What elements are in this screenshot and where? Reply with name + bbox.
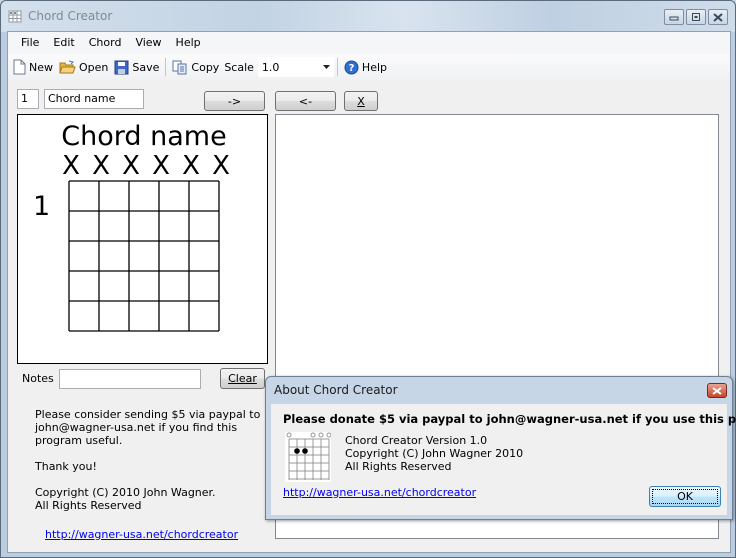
chevron-down-icon <box>322 65 330 69</box>
about-donate-headline: Please donate $5 via paypal to john@wagn… <box>283 412 736 426</box>
scale-value: 1.0 <box>261 60 280 74</box>
svg-text:?: ? <box>349 63 355 74</box>
menu-file[interactable]: File <box>14 32 46 54</box>
notes-input[interactable] <box>59 369 201 389</box>
help-icon: ? <box>344 60 359 74</box>
close-icon <box>712 386 722 395</box>
about-close-button[interactable] <box>707 383 727 398</box>
menu-bar: File Edit Chord View Help <box>8 32 730 54</box>
string-marks: X X X X X X <box>56 151 236 181</box>
title-bar[interactable]: Chord Creator <box>1 1 735 32</box>
toolbar-separator <box>336 58 338 76</box>
donate-message: Please consider sending $5 via paypal to… <box>35 408 261 447</box>
close-icon <box>713 12 723 22</box>
app-grid-icon <box>8 10 22 23</box>
maximize-button[interactable] <box>686 9 706 25</box>
about-dialog-body: Please donate $5 via paypal to john@wagn… <box>271 404 736 515</box>
scale-select[interactable]: 1.0 <box>257 57 334 77</box>
scale-label: Scale <box>224 60 254 74</box>
about-version: Chord Creator Version 1.0 <box>345 434 488 447</box>
menu-chord[interactable]: Chord <box>82 32 129 54</box>
window-title: Chord Creator <box>28 9 113 23</box>
string-mark[interactable]: X <box>146 151 176 181</box>
close-button[interactable] <box>708 9 728 25</box>
menu-help[interactable]: Help <box>169 32 208 54</box>
info-text: Please consider sending $5 via paypal to… <box>35 408 265 512</box>
delete-chord-button[interactable]: X <box>344 91 378 111</box>
save-disk-icon <box>114 60 129 74</box>
help-button[interactable]: ? Help <box>341 56 390 78</box>
diagram-chord-title: Chord name <box>61 121 227 152</box>
chord-logo-icon <box>285 432 331 482</box>
about-website-link[interactable]: http://wagner-usa.net/chordcreator <box>283 486 476 499</box>
string-mark[interactable]: X <box>86 151 116 181</box>
menu-view[interactable]: View <box>128 32 168 54</box>
about-dialog-title: About Chord Creator <box>274 383 398 397</box>
forward-button[interactable]: -> <box>204 91 265 111</box>
new-document-icon <box>13 59 26 75</box>
website-link[interactable]: http://wagner-usa.net/chordcreator <box>45 528 238 541</box>
ok-button[interactable]: OK <box>649 486 721 507</box>
thanks-message: Thank you! <box>35 460 97 473</box>
toolbar: New Open Save Copy Scale 1.0 ? Help <box>8 54 730 80</box>
toolbar-separator <box>165 58 167 76</box>
copy-button[interactable]: Copy <box>169 56 222 78</box>
focus-rect <box>652 489 718 504</box>
fretboard-grid[interactable] <box>68 180 220 332</box>
minimize-button[interactable] <box>664 9 684 25</box>
string-mark[interactable]: X <box>56 151 86 181</box>
about-dialog: About Chord Creator Please donate $5 via… <box>265 376 736 520</box>
copyright-line-1: Copyright (C) 2010 John Wagner. <box>35 486 216 499</box>
save-button[interactable]: Save <box>111 56 162 78</box>
copyright-line-2: All Rights Reserved <box>35 499 142 512</box>
about-rights: All Rights Reserved <box>345 460 452 473</box>
chord-name-input[interactable]: Chord name <box>44 89 144 109</box>
copy-icon <box>172 60 187 74</box>
notes-label: Notes <box>22 372 54 385</box>
chord-diagram-panel[interactable]: Chord name X X X X X X 1 <box>17 114 268 364</box>
fret-input[interactable]: 1 <box>17 89 39 109</box>
menu-edit[interactable]: Edit <box>46 32 81 54</box>
new-button[interactable]: New <box>10 56 56 78</box>
maximize-icon <box>692 13 700 21</box>
back-button[interactable]: <- <box>275 91 336 111</box>
string-mark[interactable]: X <box>206 151 236 181</box>
about-copyright: Copyright (C) John Wagner 2010 <box>345 447 524 460</box>
string-mark[interactable]: X <box>176 151 206 181</box>
open-button[interactable]: Open <box>56 56 111 78</box>
string-mark[interactable]: X <box>116 151 146 181</box>
minimize-icon <box>669 16 679 21</box>
open-folder-icon <box>59 60 76 73</box>
about-info: Chord Creator Version 1.0 Copyright (C) … <box>345 434 523 473</box>
clear-notes-button[interactable]: Clear <box>220 368 265 389</box>
start-fret-number: 1 <box>33 191 51 222</box>
